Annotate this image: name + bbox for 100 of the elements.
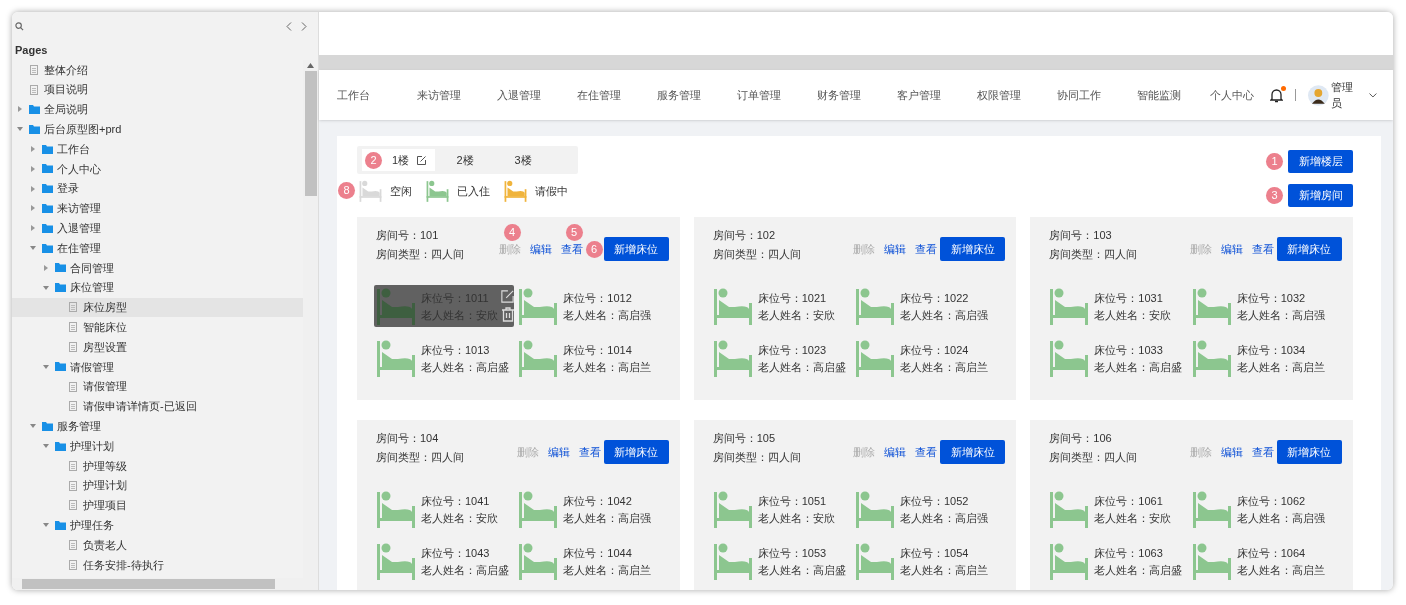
nav-item[interactable]: 个人中心 <box>1210 86 1270 104</box>
add-bed-button[interactable]: 新增床位 <box>603 237 669 261</box>
nav-item[interactable]: 入退管理 <box>497 86 577 104</box>
elder-name: 老人姓名：高启盛 <box>1094 562 1183 577</box>
edit-link[interactable]: 编辑 <box>1221 440 1243 464</box>
caret-down-icon[interactable] <box>43 284 49 291</box>
tree-item[interactable]: 床位管理 <box>12 277 303 298</box>
avatar-icon[interactable] <box>1308 84 1329 106</box>
caret-down-icon[interactable] <box>30 245 36 252</box>
view-link[interactable]: 查看 <box>1252 243 1274 255</box>
tree-item[interactable]: 护理等级 <box>12 455 303 476</box>
caret-down-icon[interactable] <box>43 522 49 529</box>
tree-item[interactable]: 工作台 <box>12 139 303 159</box>
add-bed-button[interactable]: 新增床位 <box>1277 440 1342 464</box>
tree-item[interactable]: 个人中心 <box>12 159 303 179</box>
floor-tab[interactable]: 2 1楼 <box>362 149 435 171</box>
bed-number: 床位号：1031 <box>1094 290 1164 305</box>
floor-tab[interactable]: 2楼 <box>435 149 493 171</box>
nav-item[interactable]: 来访管理 <box>417 86 497 104</box>
elder-name: 老人姓名：高启兰 <box>1236 562 1325 577</box>
chevron-down-icon[interactable] <box>1369 92 1377 98</box>
add-bed-button[interactable]: 新增床位 <box>940 440 1006 464</box>
add-bed-button[interactable]: 新增床位 <box>940 237 1006 261</box>
tree-item[interactable]: 负责老人 <box>12 535 303 555</box>
caret-right-icon[interactable] <box>30 165 36 172</box>
edit-link[interactable]: 编辑 <box>884 237 907 261</box>
tree-item[interactable]: 服务管理 <box>12 416 303 437</box>
caret-right-icon[interactable] <box>43 264 49 271</box>
primary-button[interactable]: 新增房间 <box>1288 184 1353 207</box>
bed-number: 床位号：1014 <box>563 342 633 357</box>
caret-down-icon[interactable] <box>30 423 36 430</box>
bed-number: 床位号：1063 <box>1094 545 1164 560</box>
view-link[interactable]: 查看 <box>560 243 583 255</box>
caret-right-icon[interactable] <box>30 146 36 153</box>
caret-down-icon[interactable] <box>43 443 49 450</box>
scrollbar-thumb[interactable] <box>304 71 317 196</box>
elder-name: 老人姓名：安欣 <box>757 307 835 322</box>
tree-item[interactable]: 请假申请详情页-已返回 <box>12 396 303 417</box>
caret-right-icon[interactable] <box>30 205 36 212</box>
user-name[interactable]: 管理员 <box>1330 78 1364 112</box>
tree-item[interactable]: 登录 <box>12 178 303 199</box>
tree-item[interactable]: 护理计划 <box>12 475 303 496</box>
tree-item[interactable]: 全局说明 <box>12 99 303 120</box>
tree-item[interactable]: 护理计划 <box>12 436 303 456</box>
chevron-left-icon[interactable] <box>286 21 292 31</box>
nav-item[interactable]: 在住管理 <box>577 86 657 104</box>
tree-item[interactable]: 后台原型图+prd <box>12 119 303 140</box>
bed-number: 床位号：1013 <box>421 342 491 357</box>
add-bed-button[interactable]: 新增床位 <box>603 440 669 464</box>
tree-item[interactable]: 来访管理 <box>12 198 303 219</box>
floor-tab[interactable]: 3楼 <box>493 149 551 171</box>
tree-item[interactable]: 床位房型 <box>12 297 303 318</box>
nav-item[interactable]: 订单管理 <box>737 86 817 104</box>
view-link[interactable]: 查看 <box>1252 446 1274 458</box>
nav-item[interactable]: 工作台 <box>337 86 417 104</box>
nav-item[interactable]: 财务管理 <box>817 86 897 104</box>
tree-item[interactable]: 智能床位 <box>12 317 303 338</box>
tree-item[interactable]: 房型设置 <box>12 337 303 357</box>
edit-icon[interactable] <box>417 155 427 165</box>
nav-item[interactable]: 客户管理 <box>897 86 977 104</box>
edit-link[interactable]: 编辑 <box>1221 237 1243 261</box>
bed-number: 床位号：1041 <box>421 493 491 508</box>
tree-item[interactable]: 整体介绍 <box>12 60 303 80</box>
tree-item[interactable]: 项目说明 <box>12 79 303 100</box>
chevron-right-icon[interactable] <box>301 21 307 31</box>
caret-right-icon[interactable] <box>17 106 23 113</box>
edit-link[interactable]: 编辑 <box>547 440 570 464</box>
tree-item[interactable]: 护理任务 <box>12 515 303 536</box>
view-link[interactable]: 查看 <box>915 446 938 458</box>
caret-down-icon[interactable] <box>43 363 49 370</box>
caret-right-icon[interactable] <box>30 225 36 232</box>
tree-item[interactable]: 入退管理 <box>12 218 303 239</box>
room-type: 房间类型：四人间 <box>376 247 464 261</box>
tree-item[interactable]: 合同管理 <box>12 257 303 278</box>
elder-name: 老人姓名：高启兰 <box>900 562 988 577</box>
view-link[interactable]: 查看 <box>578 446 601 458</box>
bell-icon[interactable] <box>1270 87 1283 103</box>
edit-link[interactable]: 编辑 <box>884 440 907 464</box>
nav-item[interactable]: 权限管理 <box>977 86 1057 104</box>
tree-item[interactable]: 请假管理 <box>12 376 303 397</box>
trash-icon[interactable] <box>501 307 515 322</box>
elder-name: 老人姓名：安欣 <box>1094 307 1172 322</box>
primary-button[interactable]: 新增楼层 <box>1288 150 1353 173</box>
edit-link[interactable]: 编辑 <box>529 237 552 261</box>
view-link[interactable]: 查看 <box>915 243 938 255</box>
tree-item[interactable]: 任务安排-待执行 <box>12 554 303 575</box>
tree-item[interactable]: 请假管理 <box>12 356 303 377</box>
page-icon <box>30 64 38 75</box>
caret-down-icon[interactable] <box>17 126 23 133</box>
tree-item[interactable]: 在住管理 <box>12 238 303 258</box>
bed-number: 床位号：1051 <box>757 493 828 508</box>
search-icon[interactable] <box>15 21 24 31</box>
nav-item[interactable]: 智能监测 <box>1137 86 1210 104</box>
nav-item[interactable]: 服务管理 <box>657 86 737 104</box>
tree-item[interactable]: 护理项目 <box>12 495 303 516</box>
scroll-up-icon[interactable] <box>307 63 314 68</box>
folder-icon <box>54 441 66 451</box>
caret-right-icon[interactable] <box>30 185 36 192</box>
add-bed-button[interactable]: 新增床位 <box>1277 237 1342 261</box>
nav-item[interactable]: 协同工作 <box>1057 86 1137 104</box>
